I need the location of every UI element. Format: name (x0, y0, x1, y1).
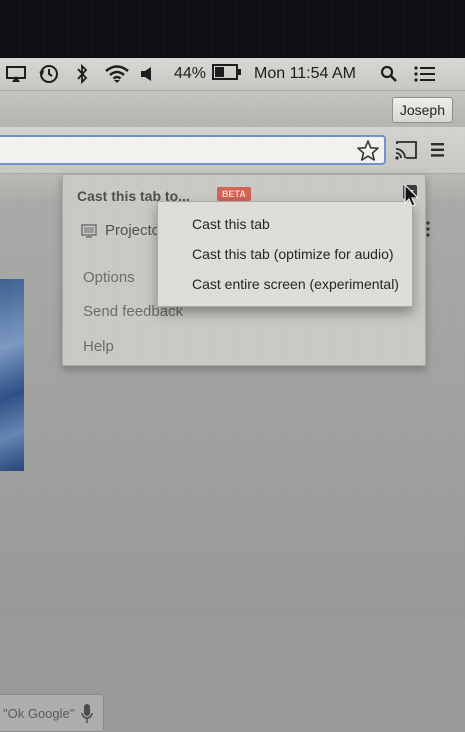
clock-text: Mon 11:54 AM (254, 65, 356, 82)
wifi-icon[interactable] (104, 63, 130, 85)
mac-menu-bar: 44% Mon 11:54 AM (0, 58, 465, 91)
menu-bar-clock[interactable]: Mon 11:54 AM (254, 63, 356, 85)
browser-tab-strip: Joseph (0, 91, 465, 127)
cast-mode-menu: Cast this tab Cast this tab (optimize fo… (157, 201, 413, 307)
options-link[interactable]: Options (83, 269, 135, 286)
search-hint: "Ok Google" (3, 706, 75, 721)
profile-button[interactable]: Joseph (391, 97, 453, 123)
search-box[interactable]: "Ok Google" (0, 694, 104, 732)
notification-center-icon[interactable] (414, 63, 436, 85)
cast-device-name[interactable]: Projecto (105, 222, 160, 239)
screen-bezel (0, 0, 465, 58)
battery-icon (212, 63, 242, 85)
address-bar[interactable] (0, 135, 386, 165)
volume-icon[interactable] (140, 63, 154, 85)
time-machine-icon[interactable] (38, 63, 60, 85)
battery-percent: 44% (174, 65, 207, 82)
page-image (0, 279, 24, 471)
bluetooth-icon[interactable] (76, 63, 88, 85)
beta-badge: BETA (217, 187, 251, 201)
microphone-icon[interactable] (81, 703, 93, 725)
cast-device-icon (81, 224, 97, 238)
chrome-menu-icon[interactable] (430, 141, 446, 159)
spotlight-icon[interactable] (380, 63, 398, 85)
help-link[interactable]: Help (83, 338, 114, 355)
more-options-icon[interactable] (424, 220, 432, 238)
battery-status[interactable]: 44% (174, 63, 242, 85)
browser-toolbar (0, 127, 465, 174)
menu-item-cast-tab[interactable]: Cast this tab (192, 216, 270, 232)
cast-icon[interactable] (394, 139, 418, 161)
menu-item-cast-screen[interactable]: Cast entire screen (experimental) (192, 276, 399, 292)
bookmark-star-icon[interactable] (356, 139, 380, 163)
menu-item-cast-tab-audio[interactable]: Cast this tab (optimize for audio) (192, 246, 394, 262)
airplay-icon[interactable] (6, 63, 26, 85)
mouse-cursor-icon (404, 183, 420, 208)
